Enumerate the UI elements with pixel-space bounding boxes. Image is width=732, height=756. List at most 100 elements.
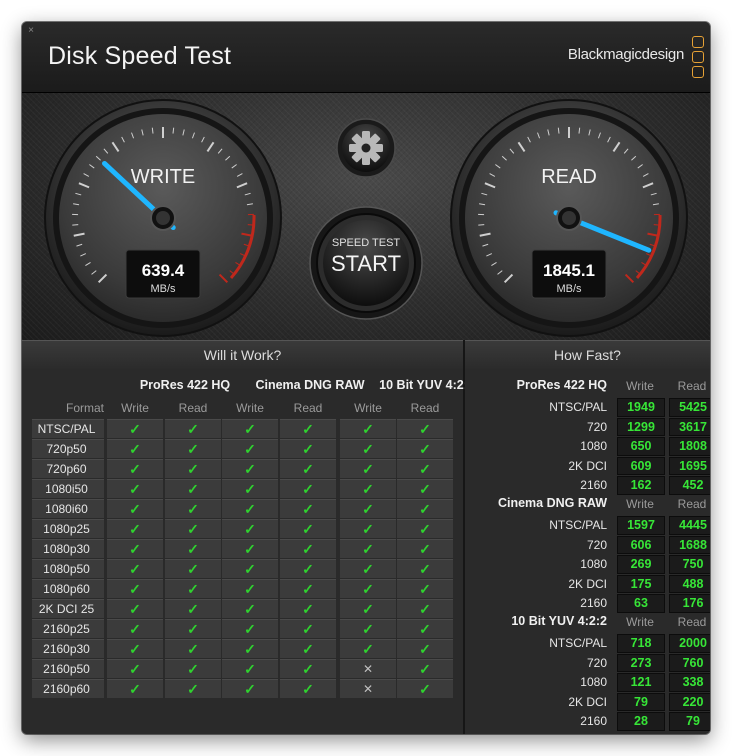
write-speed-value: 609 [617,456,665,476]
check-icon: ✓ [362,541,374,557]
read-column-header: Read [293,401,323,415]
check-icon: ✓ [302,461,314,477]
check-icon: ✓ [302,481,314,497]
check-icon: ✓ [362,601,374,617]
result-cell: ✓ [165,639,221,658]
result-cell: ✓ [397,639,453,658]
how-fast-group-header: Cinema DNG RAW [497,496,607,510]
format-row-label: 1080i50 [32,479,104,498]
settings-button[interactable] [336,118,396,178]
check-icon: ✓ [244,421,256,437]
result-cell: ✓ [107,599,163,618]
result-cell: ✓ [397,679,453,698]
how-fast-row-label: 2160 [580,596,607,611]
read-gauge-label: READ [541,166,597,188]
check-icon: ✓ [129,461,141,477]
result-cell: ✓ [107,659,163,678]
read-speed-value: 750 [669,555,710,574]
check-icon: ✓ [129,581,141,597]
format-row-label: 1080p60 [32,579,104,598]
how-fast-row-label: 720 [586,419,607,434]
check-icon: ✓ [302,601,314,617]
write-speed-value: 269 [617,555,665,574]
read-speed-value: 1808 [669,437,710,456]
write-column-header: Write [354,401,382,415]
write-speed-unit: MB/s [150,283,176,295]
read-speed-value: 1695 [669,456,710,476]
how-fast-row-label: 720 [586,537,607,552]
check-icon: ✓ [419,641,431,657]
write-speed-value: 1949 [617,398,665,417]
check-icon: ✓ [362,521,374,537]
write-gauge: WRITE 639.4 MB/s [44,99,282,337]
read-gauge: READ 1845.1 MB/s [450,99,688,337]
check-icon: ✓ [129,421,141,437]
check-icon: ✓ [362,481,374,497]
gauges-graphic: WRITE 639.4 MB/s READ 1845.1 MB/s SPEED … [44,99,688,337]
check-icon: ✓ [244,441,256,457]
check-icon: ✓ [302,501,314,517]
check-icon: ✓ [302,441,314,457]
result-cell: ✓ [280,639,336,658]
check-icon: ✓ [362,621,374,637]
how-fast-row-label: NTSC/PAL [549,518,607,532]
result-cell: ✓ [397,459,453,478]
check-icon: ✓ [419,501,431,517]
check-icon: ✓ [187,481,199,497]
result-cell: ✓ [397,499,453,518]
check-icon: ✓ [302,661,314,677]
check-icon: ✓ [129,501,141,517]
result-cell: ✓ [280,619,336,638]
read-speed-value: 488 [669,574,710,594]
result-cell: ✓ [107,639,163,658]
check-icon: ✓ [187,641,199,657]
gear-icon [349,131,383,165]
check-icon: ✓ [187,601,199,617]
check-icon: ✓ [129,681,141,697]
result-cell: ✓ [340,579,396,598]
check-icon: ✓ [187,421,199,437]
write-speed-value: 1597 [617,516,665,535]
check-icon: ✓ [187,621,199,637]
write-speed-value: 175 [617,574,665,594]
app-window: × Disk Speed Test Blackmagicdesign WRITE… [22,22,710,734]
how-fast-row-label: NTSC/PAL [549,400,607,414]
check-icon: ✓ [187,521,199,537]
brand-name: Blackmagicdesign [567,46,684,63]
result-cell: ✓ [397,419,453,438]
write-column-header: Write [121,401,149,415]
check-icon: ✓ [362,421,374,437]
start-button-label: START [331,251,401,276]
start-button-caption: SPEED TEST [332,237,401,249]
read-speed-value: 220 [669,692,710,712]
how-fast-row-label: 2K DCI [568,458,607,473]
start-button[interactable]: SPEED TEST START [309,206,423,320]
result-cell: ✓ [107,439,163,458]
result-cell: ✓ [340,499,396,518]
read-speed-value: 1845.1 [543,261,595,280]
result-cell: ✓ [340,519,396,538]
check-icon: ✓ [302,681,314,697]
app-title: Disk Speed Test [48,42,232,70]
read-speed-unit: MB/s [556,283,582,295]
how-fast-table: ProRes 422 HQ Write Read NTSC/PAL 1949 5425 72… [465,369,710,734]
title-bar: × Disk Speed Test Blackmagicdesign [22,22,710,93]
read-column-header: Read [178,401,208,415]
close-icon[interactable]: × [26,26,36,36]
read-speed-value: 760 [669,653,710,673]
result-cell: ✓ [280,439,336,458]
check-icon: ✓ [244,461,256,477]
will-it-work-table: ProRes 422 HQ Cinema DNG RAW 10 Bit YUV 4:… [22,369,475,734]
read-speed-value: 338 [669,673,710,692]
result-cell: ✓ [107,679,163,698]
how-fast-row-label: 2160 [580,478,607,493]
how-fast-group-header: ProRes 422 HQ [516,378,607,392]
check-icon: ✓ [302,581,314,597]
check-icon: ✓ [129,441,141,457]
check-icon: ✓ [187,681,199,697]
result-cell: ✓ [165,599,221,618]
result-cell: ✓ [222,439,278,458]
check-icon: ✓ [419,601,431,617]
result-cell: ✕ [340,679,396,698]
check-icon: ✓ [244,481,256,497]
